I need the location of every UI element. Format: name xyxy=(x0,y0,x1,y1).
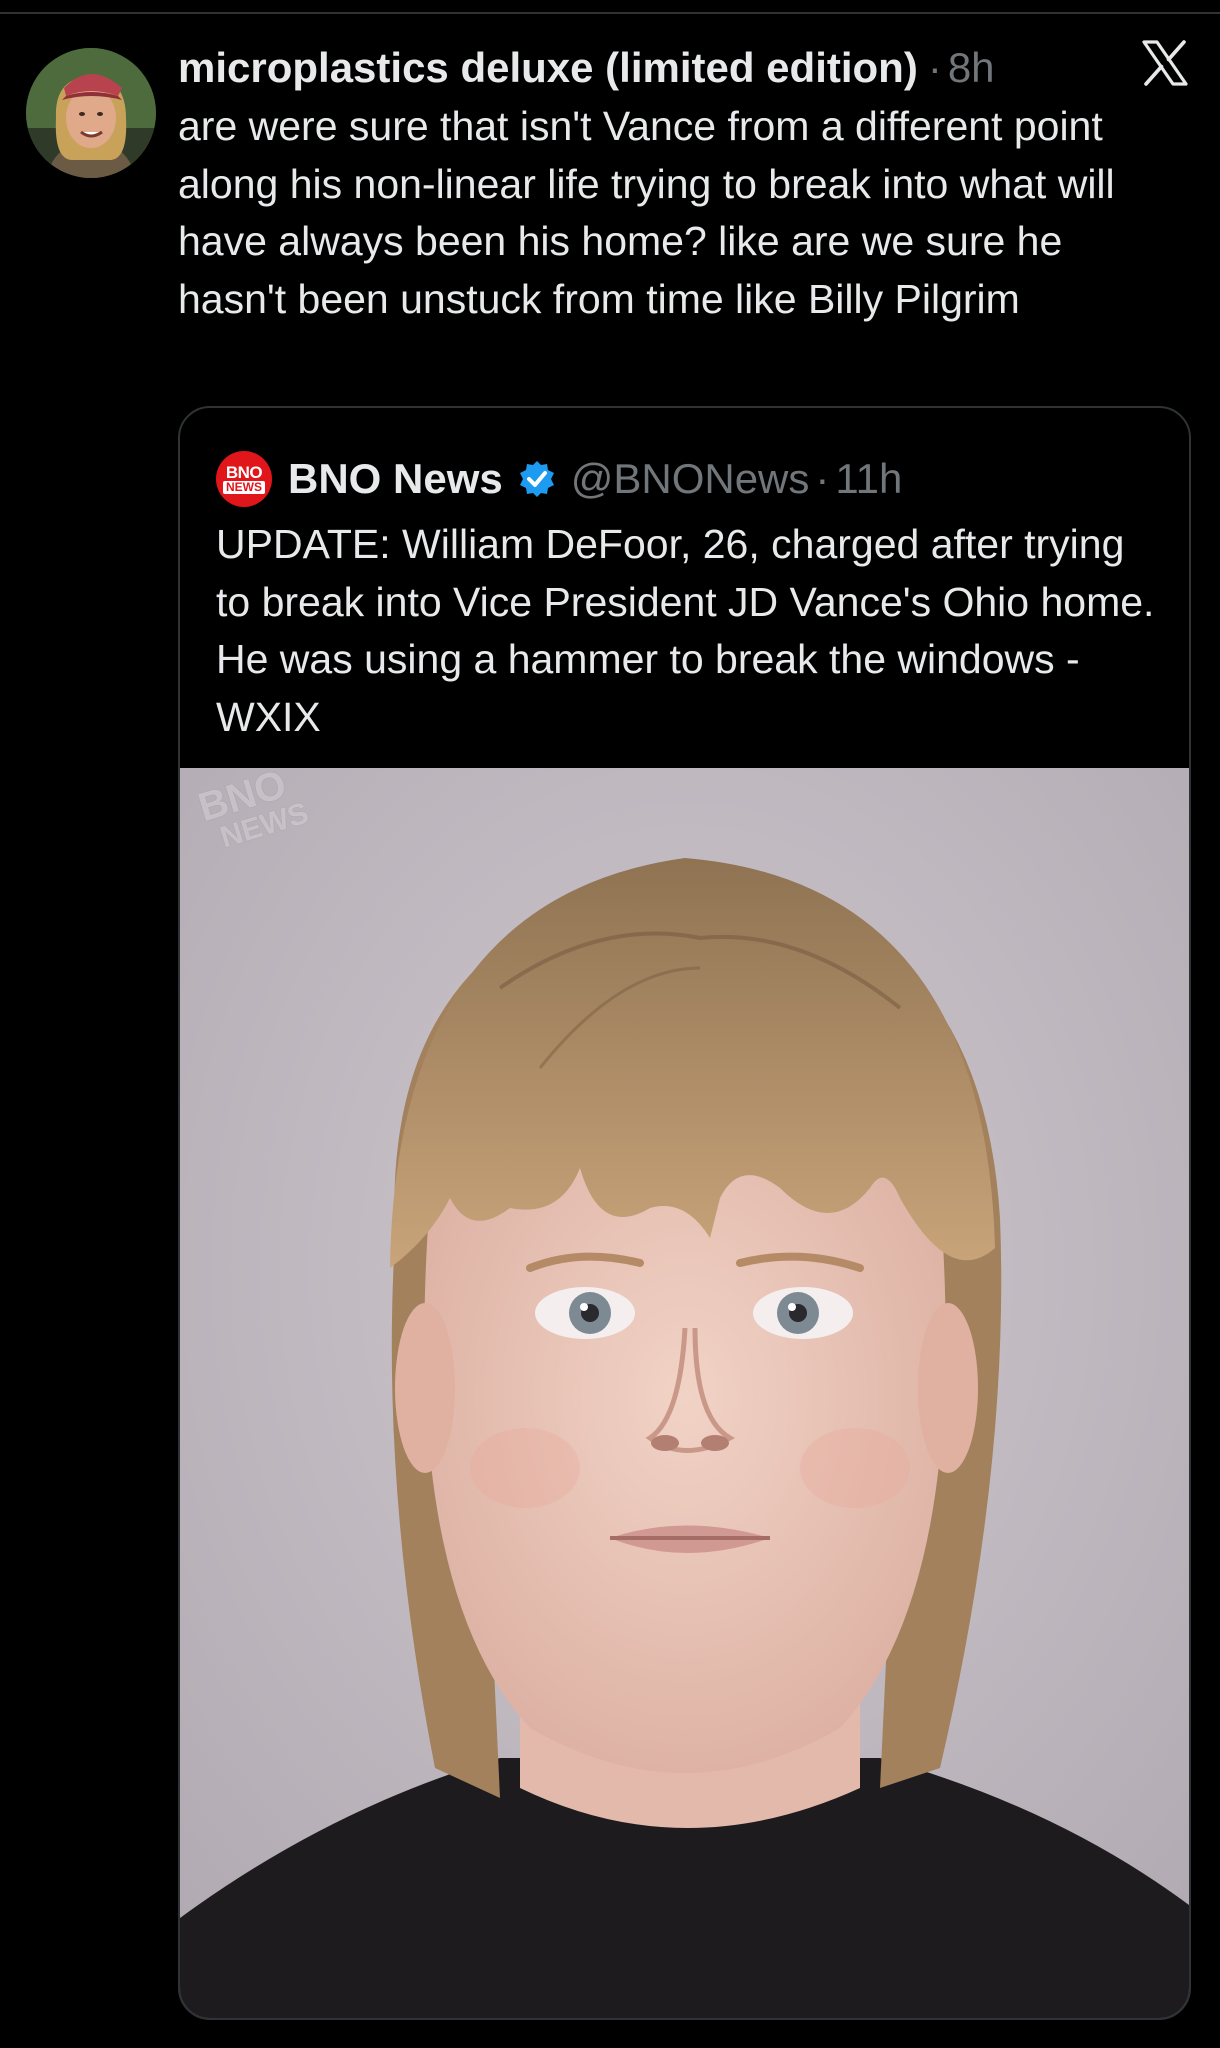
header-separator: · xyxy=(927,44,942,91)
quoted-post-card[interactable]: BNO NEWS BNO News @BNONews · 11h UPDATE:… xyxy=(178,406,1191,2020)
post-text: are were sure that isn't Vance from a di… xyxy=(178,103,1115,322)
quoted-timestamp[interactable]: 11h xyxy=(835,455,902,503)
quoted-post-image[interactable]: BNO NEWS xyxy=(180,768,1189,2018)
x-logo-icon[interactable] xyxy=(1140,38,1190,88)
quoted-header-separator: · xyxy=(815,455,830,502)
verified-badge-icon xyxy=(519,461,554,497)
bno-avatar-label-top: BNO xyxy=(225,463,263,482)
mugshot-photo xyxy=(180,768,1189,2018)
quoted-display-name[interactable]: BNO News xyxy=(288,455,503,503)
quoted-post-header: BNO NEWS BNO News @BNONews · 11h xyxy=(216,446,902,512)
quoted-post-text: UPDATE: William DeFoor, 26, charged afte… xyxy=(216,521,1155,740)
post-header: microplastics deluxe (limited edition) ·… xyxy=(178,38,995,98)
quoted-handle[interactable]: @BNONews xyxy=(571,455,810,503)
top-divider xyxy=(0,12,1220,14)
bno-news-avatar[interactable]: BNO NEWS xyxy=(216,451,272,507)
post-timestamp[interactable]: 8h xyxy=(948,44,995,92)
bno-avatar-label-bottom: NEWS xyxy=(223,481,265,494)
author-avatar[interactable] xyxy=(26,48,156,178)
avatar-photo xyxy=(26,48,156,178)
author-display-name[interactable]: microplastics deluxe (limited edition) xyxy=(178,44,918,92)
